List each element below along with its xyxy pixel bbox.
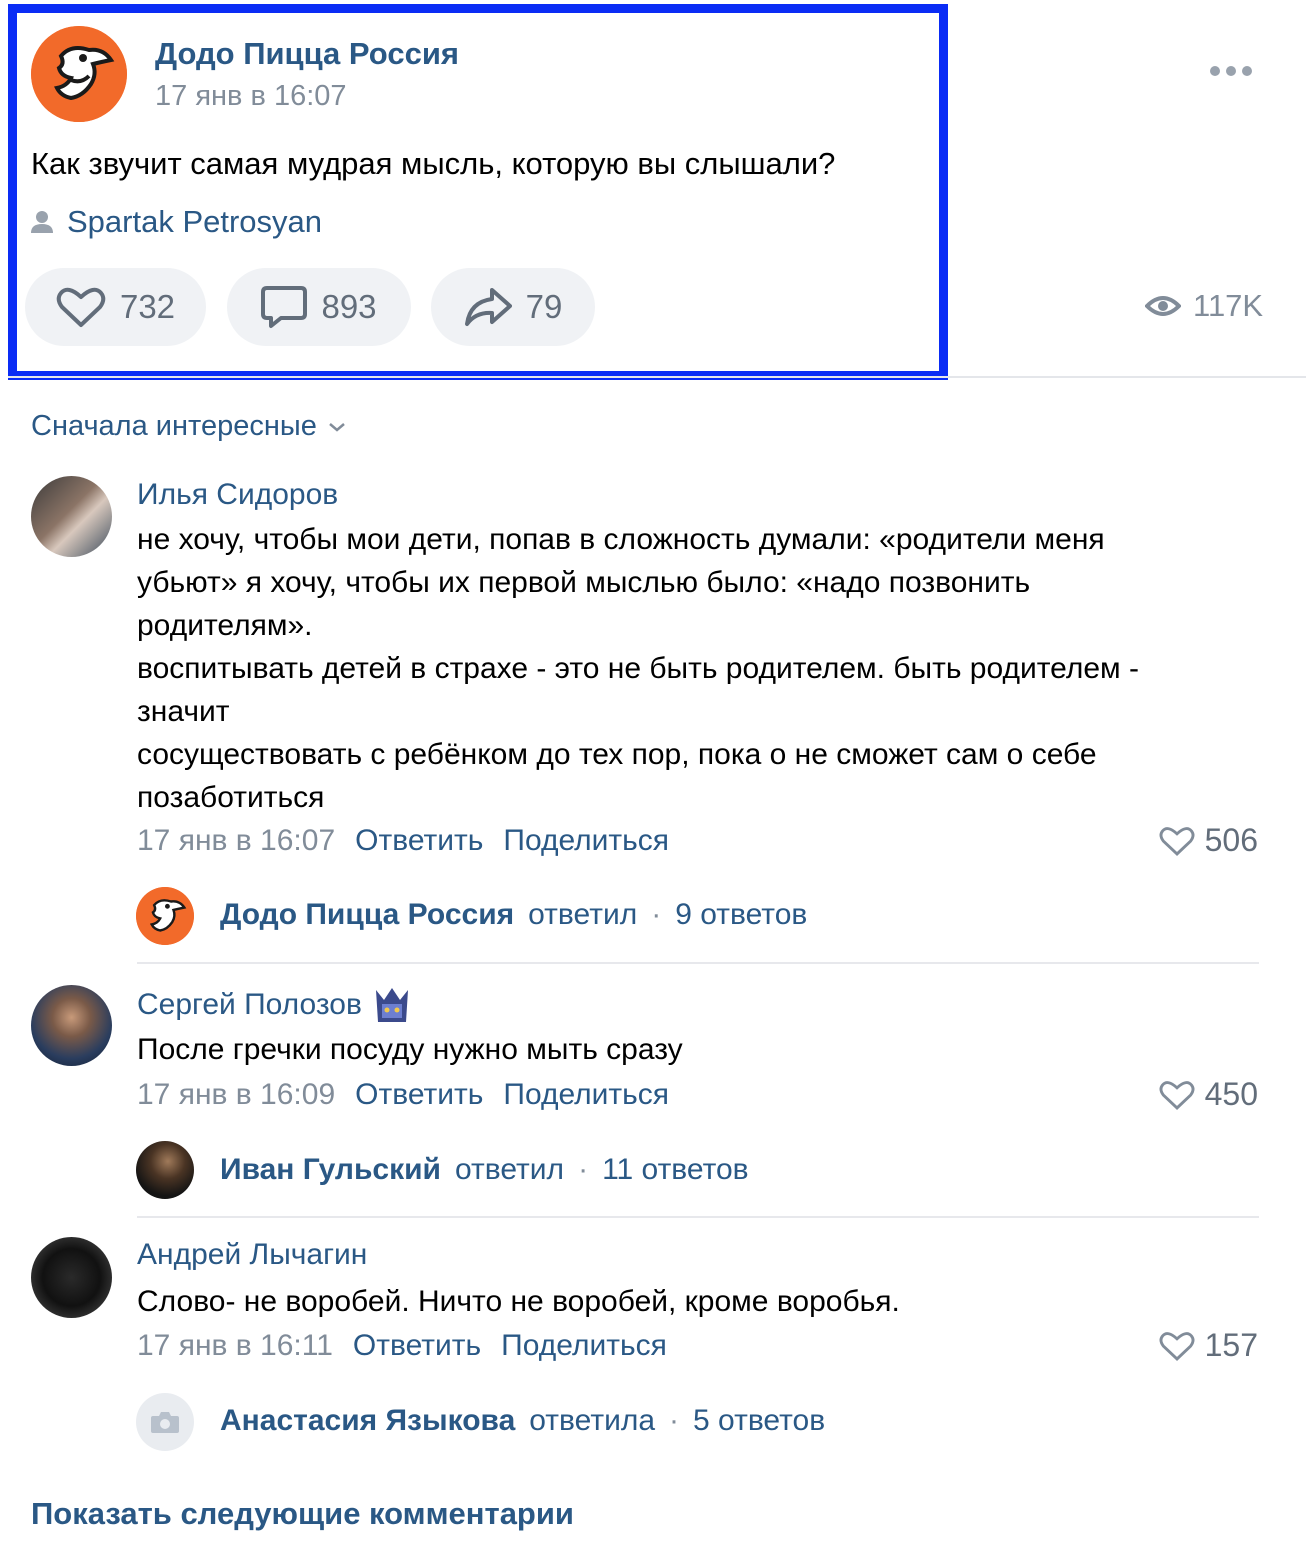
heart-icon bbox=[1159, 826, 1195, 856]
comment-date[interactable]: 17 янв в 16:07 bbox=[137, 824, 335, 858]
heart-icon bbox=[1159, 1331, 1195, 1361]
eye-icon bbox=[1145, 296, 1181, 316]
reply-link[interactable]: Ответить bbox=[353, 1329, 481, 1363]
comment-text: Слово- не воробей. Ничто не воробей, кро… bbox=[137, 1280, 1257, 1323]
comment-meta: 17 янв в 16:09 Ответить Поделиться bbox=[137, 1078, 669, 1112]
reply-link[interactable]: Ответить bbox=[355, 1078, 483, 1112]
comment-line: значит bbox=[137, 695, 230, 728]
comment-like-button[interactable]: 450 bbox=[1159, 1076, 1258, 1113]
reply-verb: ответил bbox=[455, 1153, 565, 1186]
post-divider bbox=[8, 376, 1306, 378]
comment-author[interactable]: Илья Сидоров bbox=[137, 478, 338, 512]
sort-label: Сначала интересные bbox=[31, 410, 317, 442]
comment-author[interactable]: Андрей Лычагин bbox=[137, 1238, 367, 1272]
like-button[interactable]: 732 bbox=[25, 268, 206, 346]
avatar[interactable] bbox=[31, 476, 112, 557]
chevron-down-icon bbox=[329, 422, 345, 432]
reply-author: Додо Пицца Россия bbox=[220, 898, 515, 931]
show-more-comments-link[interactable]: Показать следующие комментарии bbox=[31, 1496, 574, 1532]
reply-link[interactable]: Ответить bbox=[355, 824, 483, 858]
share-link[interactable]: Поделиться bbox=[501, 1329, 667, 1363]
dodo-logo-icon bbox=[136, 887, 194, 945]
camera-icon bbox=[151, 1412, 179, 1433]
like-count: 732 bbox=[119, 288, 176, 325]
dodo-logo-icon bbox=[31, 26, 127, 122]
comment-like-count: 157 bbox=[1204, 1327, 1258, 1363]
comment-line: не хочу, чтобы мои дети, попав в сложнос… bbox=[137, 523, 1105, 556]
post-text: Как звучит самая мудрая мысль, которую в… bbox=[31, 146, 836, 181]
comment-line: сосуществовать с ребёнком до тех пор, по… bbox=[137, 738, 1097, 771]
post-author[interactable]: Додо Пицца Россия bbox=[155, 36, 459, 72]
comment-author-name: Сергей Полозов bbox=[137, 988, 362, 1021]
comment-meta: 17 янв в 16:11 Ответить Поделиться bbox=[137, 1329, 667, 1363]
comment-text: После гречки посуду нужно мыть сразу bbox=[137, 1028, 1257, 1071]
comment-line: После гречки посуду нужно мыть сразу bbox=[137, 1033, 683, 1066]
comment-line: воспитывать детей в страхе - это не быть… bbox=[137, 652, 1139, 685]
views: 117K bbox=[1145, 288, 1263, 324]
share-link[interactable]: Поделиться bbox=[503, 824, 669, 858]
comment-line: позаботиться bbox=[137, 781, 325, 814]
reply-thread-link[interactable]: Додо Пицца Россия ответил · 9 ответов bbox=[220, 898, 807, 932]
comment-text: не хочу, чтобы мои дети, попав в сложнос… bbox=[137, 518, 1257, 819]
avatar[interactable] bbox=[31, 1237, 112, 1318]
comment-count: 893 bbox=[321, 288, 377, 325]
reply-avatar[interactable] bbox=[136, 887, 194, 945]
comment-line: родителям». bbox=[137, 609, 313, 642]
comment-author[interactable]: Сергей Полозов bbox=[137, 986, 412, 1024]
comment-like-button[interactable]: 506 bbox=[1159, 822, 1258, 859]
reply-thread-link[interactable]: Иван Гульский ответил · 11 ответов bbox=[220, 1153, 749, 1187]
comment-date[interactable]: 17 янв в 16:09 bbox=[137, 1078, 335, 1112]
share-icon bbox=[464, 288, 512, 326]
comment-line: убьют» я хочу, чтобы их первой мыслью бы… bbox=[137, 566, 1031, 599]
sort-dropdown[interactable]: Сначала интересные bbox=[31, 410, 347, 443]
reply-verb: ответил bbox=[528, 898, 638, 931]
dodo-avatar[interactable] bbox=[31, 26, 127, 122]
share-count: 79 bbox=[525, 288, 563, 325]
reply-verb: ответила bbox=[529, 1404, 656, 1437]
comment-icon bbox=[261, 286, 308, 328]
reply-dot: · bbox=[578, 1153, 589, 1186]
post-signer[interactable]: Spartak Petrosyan bbox=[31, 204, 322, 240]
user-icon bbox=[31, 211, 53, 233]
heart-icon bbox=[56, 287, 106, 327]
comment-like-count: 450 bbox=[1204, 1076, 1258, 1112]
comment-separator bbox=[137, 1216, 1259, 1218]
signer-name: Spartak Petrosyan bbox=[67, 204, 323, 239]
reply-count: 9 ответов bbox=[675, 898, 808, 931]
reply-author: Иван Гульский bbox=[220, 1153, 441, 1186]
comment-line: Слово- не воробей. Ничто не воробей, кро… bbox=[137, 1285, 900, 1318]
reply-count: 5 ответов bbox=[693, 1404, 826, 1437]
more-options-icon[interactable] bbox=[1210, 66, 1254, 80]
reply-avatar[interactable] bbox=[136, 1393, 194, 1451]
reply-avatar[interactable] bbox=[136, 1141, 194, 1199]
comment-separator bbox=[137, 962, 1259, 964]
post-date[interactable]: 17 янв в 16:07 bbox=[155, 80, 347, 113]
reply-count: 11 ответов bbox=[602, 1153, 749, 1186]
reply-author: Анастасия Языкова bbox=[220, 1404, 516, 1437]
reply-dot: · bbox=[651, 898, 662, 931]
share-button[interactable]: 79 bbox=[431, 268, 595, 346]
comment-date[interactable]: 17 янв в 16:11 bbox=[137, 1329, 333, 1363]
comment-like-button[interactable]: 157 bbox=[1159, 1327, 1258, 1364]
badge-icon bbox=[375, 988, 408, 1022]
comment-like-count: 506 bbox=[1204, 822, 1258, 858]
comment-button[interactable]: 893 bbox=[227, 268, 411, 346]
heart-icon bbox=[1159, 1080, 1195, 1110]
avatar[interactable] bbox=[31, 985, 112, 1066]
view-count: 117K bbox=[1193, 288, 1264, 323]
reply-thread-link[interactable]: Анастасия Языкова ответила · 5 ответов bbox=[220, 1404, 825, 1438]
comment-meta: 17 янв в 16:07 Ответить Поделиться bbox=[137, 824, 669, 858]
reply-dot: · bbox=[669, 1404, 680, 1437]
share-link[interactable]: Поделиться bbox=[503, 1078, 669, 1112]
